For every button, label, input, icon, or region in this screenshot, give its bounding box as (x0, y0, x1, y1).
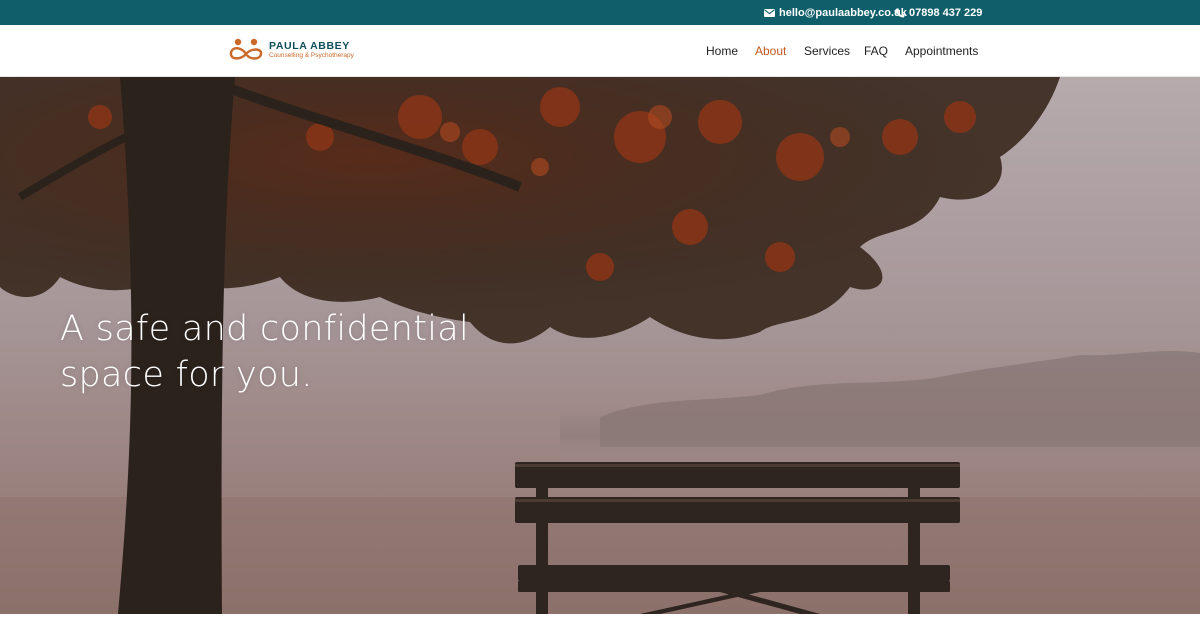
hero-headline: A safe and confidential space for you. (60, 306, 469, 398)
nav-appointments[interactable]: Appointments (905, 25, 978, 76)
site-header: PAULA ABBEY Counselling & Psychotherapy … (0, 25, 1200, 77)
nav-services[interactable]: Services (804, 25, 850, 76)
email-text: hello@paulaabbey.co.uk (779, 6, 907, 19)
phone-icon (895, 8, 905, 17)
hero-section: A safe and confidential space for you. (0, 77, 1200, 614)
top-contact-bar: hello@paulaabbey.co.uk 07898 437 229 (0, 0, 1200, 25)
phone-link[interactable]: 07898 437 229 (895, 0, 982, 25)
brand-name: PAULA ABBEY (269, 39, 350, 52)
email-link[interactable]: hello@paulaabbey.co.uk (764, 0, 907, 25)
envelope-icon (764, 8, 775, 17)
phone-text: 07898 437 229 (909, 6, 983, 19)
nav-faq[interactable]: FAQ (864, 25, 888, 76)
nav-about[interactable]: About (755, 25, 786, 76)
hero-headline-line-1: A safe and confidential (60, 309, 470, 349)
brand-tagline: Counselling & Psychotherapy (269, 52, 354, 59)
nav-home[interactable]: Home (706, 25, 738, 76)
site-logo[interactable]: PAULA ABBEY Counselling & Psychotherapy (228, 36, 354, 64)
hero-headline-line-2: space for you. (60, 355, 313, 395)
two-figures-infinity-icon (229, 38, 263, 60)
page-bottom-strip (0, 614, 1200, 625)
